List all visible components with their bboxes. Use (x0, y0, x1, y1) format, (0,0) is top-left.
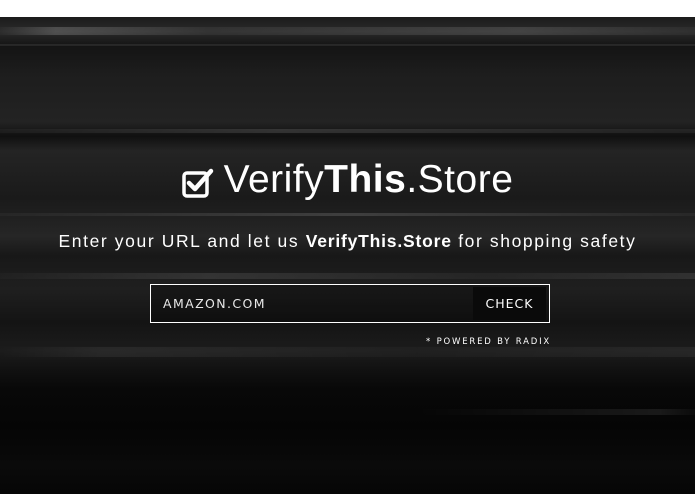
light-streak (0, 347, 695, 357)
page: VerifyThis.Store Enter your URL and let … (0, 0, 695, 494)
check-button[interactable]: CHECK (473, 287, 546, 320)
light-streak (0, 213, 695, 216)
brand-suffix: .Store (406, 158, 514, 201)
checkbox-checked-icon (181, 163, 214, 209)
light-streak (0, 409, 695, 415)
tagline-brand: VerifyThis.Store (305, 231, 452, 251)
tagline-after: for shopping safety (451, 231, 637, 251)
light-streak (0, 273, 695, 279)
brand-prefix: Verify (223, 158, 325, 201)
brand-bold: This (324, 158, 407, 201)
url-input[interactable] (151, 285, 473, 322)
hero-background: VerifyThis.Store Enter your URL and let … (0, 17, 695, 494)
light-streak (0, 27, 695, 35)
light-streak (0, 129, 695, 133)
powered-by-note: * POWERED BY RADIX (426, 337, 551, 347)
tagline: Enter your URL and let us VerifyThis.Sto… (0, 230, 695, 252)
tagline-before: Enter your URL and let us (58, 231, 306, 251)
brand-logo: VerifyThis.Store (0, 157, 695, 209)
light-streak (0, 44, 695, 46)
url-search-form: CHECK (150, 284, 550, 323)
